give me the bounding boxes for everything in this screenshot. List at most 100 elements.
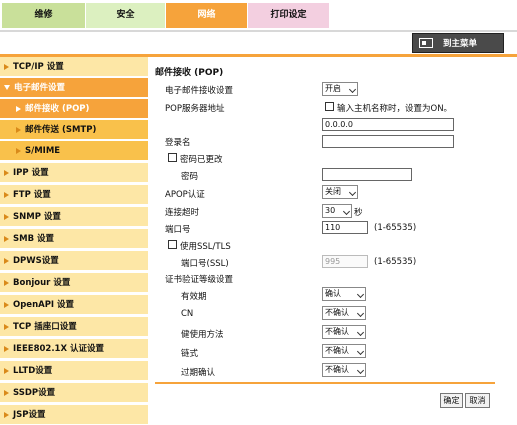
port-range: (1-65535) [374, 223, 417, 233]
triangle-right-icon [16, 126, 21, 133]
sidebar-item-tcp-socket[interactable]: TCP 插座口设置 [0, 317, 148, 337]
use-ssl-checkbox[interactable] [168, 240, 177, 249]
cn-select[interactable]: 不确认 [322, 306, 366, 320]
triangle-right-icon [4, 235, 9, 242]
sidebar-item-lltd[interactable]: LLTD设置 [0, 361, 148, 381]
port-label: 端口号 [165, 225, 191, 235]
key-usage-label: 健使用方法 [181, 330, 224, 340]
use-ssl-label: 使用SSL/TLS [180, 242, 231, 252]
timeout-label: 连接超时 [165, 208, 200, 218]
top-tab-bar: 维修 安全 网络 打印设定 [0, 0, 517, 30]
select-value: 关闭 [325, 187, 341, 196]
chevron-down-icon [348, 188, 357, 197]
sidebar-item-dpws[interactable]: DPWS设置 [0, 251, 148, 271]
email-receive-select[interactable]: 开启 [322, 82, 358, 96]
main-menu-label: 到主菜单 [443, 39, 478, 49]
tab-network[interactable]: 网络 [166, 3, 248, 28]
sidebar-item-ssdp[interactable]: SSDP设置 [0, 383, 148, 403]
sidebar-item-smtp[interactable]: 邮件传送 (SMTP) [0, 120, 148, 140]
chain-label: 链式 [181, 349, 199, 359]
pop-server-input[interactable]: 0.0.0.0 [322, 118, 454, 131]
password-changed-checkbox[interactable] [168, 153, 177, 162]
tab-divider [0, 30, 517, 32]
expiry-select[interactable]: 不确认 [322, 363, 366, 377]
key-usage-select[interactable]: 不确认 [322, 325, 366, 339]
validity-select[interactable]: 确认 [322, 287, 366, 301]
ssl-port-range: (1-65535) [374, 257, 417, 267]
sidebar-item-ftp[interactable]: FTP 设置 [0, 185, 148, 205]
sidebar-item-snmp[interactable]: SNMP 设置 [0, 207, 148, 227]
hostname-checkbox-label: 输入主机名称时，设置为ON。 [337, 104, 453, 114]
login-name-input[interactable] [322, 135, 454, 148]
triangle-right-icon [16, 147, 21, 154]
sidebar-item-ipp[interactable]: IPP 设置 [0, 163, 148, 183]
sidebar-item-pop[interactable]: 邮件接收 (POP) [0, 99, 148, 119]
password-input[interactable] [322, 168, 412, 181]
select-value: 30 [325, 206, 336, 215]
triangle-right-icon [4, 323, 9, 330]
sidebar-item-label: DPWS设置 [13, 256, 59, 266]
apop-label: APOP认证 [165, 190, 205, 200]
sidebar-item-ieee8021x[interactable]: IEEE802.1X 认证设置 [0, 339, 148, 359]
sidebar-item-label: JSP设置 [13, 410, 46, 420]
chevron-down-icon [356, 366, 365, 375]
select-value: 开启 [325, 84, 341, 93]
triangle-right-icon [4, 389, 9, 396]
main-menu-button[interactable]: 到主菜单 [412, 33, 504, 53]
validity-label: 有效期 [181, 292, 207, 302]
triangle-down-icon [4, 85, 10, 90]
page-title: 邮件接收 (POP) [155, 68, 224, 78]
ok-button[interactable]: 确定 [440, 393, 463, 408]
password-changed-label: 密码已更改 [180, 155, 223, 165]
sidebar-item-label: 电子邮件设置 [14, 83, 66, 93]
triangle-right-icon [4, 257, 9, 264]
sidebar-item-smime[interactable]: S/MIME [0, 141, 148, 161]
triangle-right-icon [4, 367, 9, 374]
sidebar-item-label: SSDP设置 [13, 388, 56, 398]
triangle-right-icon [4, 191, 9, 198]
sidebar-item-openapi[interactable]: OpenAPI 设置 [0, 295, 148, 315]
timeout-unit: 秒 [354, 208, 363, 218]
cancel-button[interactable]: 取消 [465, 393, 490, 408]
timeout-select[interactable]: 30 [322, 204, 352, 218]
pop-server-label: POP服务器地址 [165, 104, 225, 114]
port-input[interactable]: 110 [322, 221, 368, 234]
sidebar-item-tcpip[interactable]: TCP/IP 设置 [0, 57, 148, 77]
select-value: 不确认 [325, 346, 349, 355]
select-value: 不确认 [325, 308, 349, 317]
tab-security[interactable]: 安全 [86, 3, 166, 28]
ssl-port-input[interactable]: 995 [322, 255, 368, 268]
tab-maintenance[interactable]: 维修 [2, 3, 86, 28]
expiry-label: 过期确认 [181, 368, 216, 378]
sidebar-item-label: SMB 设置 [13, 234, 55, 244]
chevron-down-icon [356, 309, 365, 318]
triangle-right-icon [4, 279, 9, 286]
triangle-right-icon [4, 301, 9, 308]
chain-select[interactable]: 不确认 [322, 344, 366, 358]
cert-level-label: 证书验证等级设置 [165, 275, 234, 285]
triangle-right-icon [16, 105, 21, 112]
sidebar-item-label: S/MIME [25, 146, 61, 156]
chevron-down-icon [342, 207, 351, 216]
sidebar-item-email[interactable]: 电子邮件设置 [0, 78, 148, 98]
sidebar-item-bonjour[interactable]: Bonjour 设置 [0, 273, 148, 293]
chevron-down-icon [356, 347, 365, 356]
email-receive-label: 电子邮件接收设置 [165, 86, 234, 96]
tab-print-settings[interactable]: 打印设定 [248, 3, 330, 28]
triangle-right-icon [4, 63, 9, 70]
sidebar-nav: TCP/IP 设置 电子邮件设置 邮件接收 (POP) 邮件传送 (SMTP) … [0, 57, 148, 425]
login-name-label: 登录名 [165, 138, 191, 148]
apop-select[interactable]: 关闭 [322, 185, 358, 199]
form-divider [155, 382, 495, 384]
chevron-down-icon [348, 85, 357, 94]
sidebar-item-label: 邮件接收 (POP) [25, 104, 90, 114]
sidebar-item-smb[interactable]: SMB 设置 [0, 229, 148, 249]
sidebar-item-label: IPP 设置 [13, 168, 49, 178]
chevron-down-icon [356, 328, 365, 337]
hostname-checkbox[interactable] [325, 102, 334, 111]
sidebar-item-label: FTP 设置 [13, 190, 51, 200]
triangle-right-icon [4, 345, 9, 352]
sidebar-item-label: Bonjour 设置 [13, 278, 71, 288]
ssl-port-label: 端口号(SSL) [181, 259, 229, 269]
sidebar-item-jsp[interactable]: JSP设置 [0, 405, 148, 425]
